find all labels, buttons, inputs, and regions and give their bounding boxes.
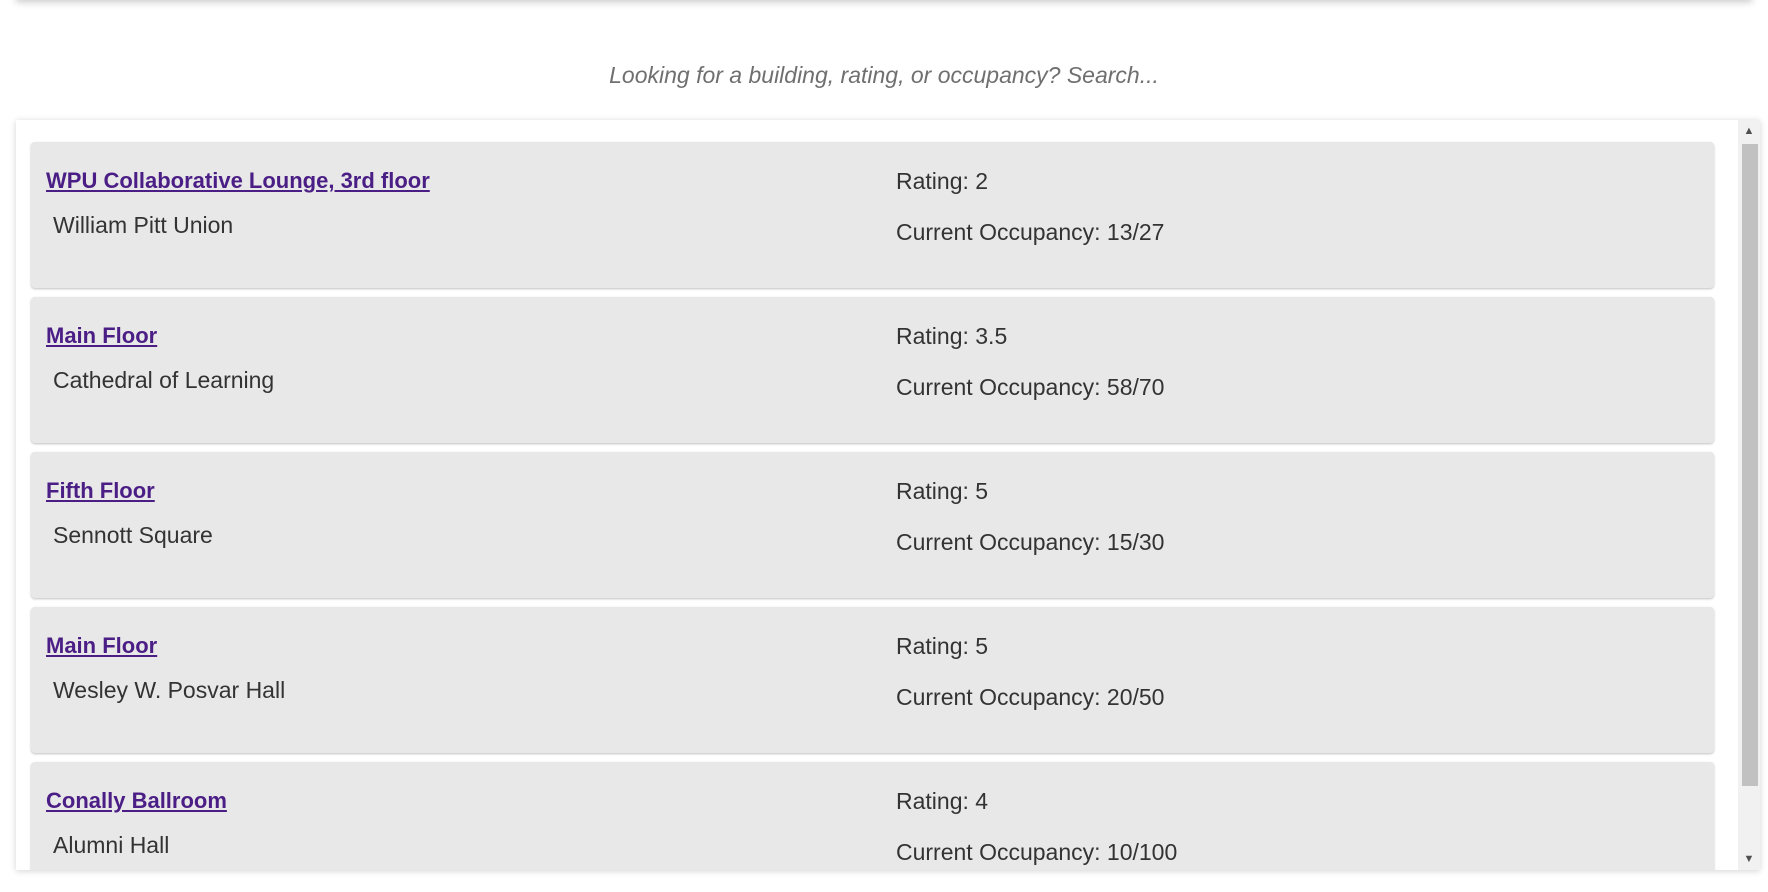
- study-spot-card: WPU Collaborative Lounge, 3rd floor Will…: [31, 142, 1714, 288]
- study-spot-link[interactable]: Fifth Floor: [46, 478, 155, 504]
- rating-text: Rating: 5: [896, 478, 989, 504]
- occupancy-text: Current Occupancy: 10/100: [896, 839, 1178, 865]
- study-spot-link[interactable]: Conally Ballroom: [46, 788, 227, 814]
- occupancy-text: Current Occupancy: 15/30: [896, 529, 1165, 555]
- study-spot-link[interactable]: Main Floor: [46, 633, 157, 659]
- study-spot-link[interactable]: Main Floor: [46, 323, 157, 349]
- vertical-scrollbar[interactable]: ▲ ▼: [1738, 120, 1760, 870]
- study-spot-list-scroll-area: WPU Collaborative Lounge, 3rd floor Will…: [16, 120, 1738, 870]
- search-input[interactable]: [502, 56, 1266, 94]
- building-name: Cathedral of Learning: [53, 367, 275, 393]
- triangle-up-icon[interactable]: ▲: [1738, 120, 1760, 142]
- occupancy-text: Current Occupancy: 20/50: [896, 684, 1165, 710]
- search-area: [0, 56, 1768, 94]
- building-name: Wesley W. Posvar Hall: [53, 677, 286, 703]
- rating-text: Rating: 2: [896, 168, 989, 194]
- scrollbar-thumb[interactable]: [1742, 144, 1758, 786]
- building-name: Sennott Square: [53, 522, 213, 548]
- rating-text: Rating: 4: [896, 788, 989, 814]
- study-spot-link[interactable]: WPU Collaborative Lounge, 3rd floor: [46, 168, 430, 194]
- study-spot-card: Main Floor Wesley W. Posvar Hall Rating:…: [31, 607, 1714, 753]
- building-name: William Pitt Union: [53, 212, 234, 238]
- study-spot-card: Fifth Floor Sennott Square Rating: 5 Cur…: [31, 452, 1714, 598]
- building-name: Alumni Hall: [53, 832, 170, 858]
- occupancy-text: Current Occupancy: 58/70: [896, 374, 1165, 400]
- study-spot-card: Main Floor Cathedral of Learning Rating:…: [31, 297, 1714, 443]
- study-spot-card: Conally Ballroom Alumni Hall Rating: 4 C…: [31, 762, 1714, 870]
- occupancy-text: Current Occupancy: 13/27: [896, 219, 1165, 245]
- triangle-down-icon[interactable]: ▼: [1738, 848, 1760, 870]
- rating-text: Rating: 5: [896, 633, 989, 659]
- rating-text: Rating: 3.5: [896, 323, 1008, 349]
- study-spot-list: WPU Collaborative Lounge, 3rd floor Will…: [16, 120, 1760, 870]
